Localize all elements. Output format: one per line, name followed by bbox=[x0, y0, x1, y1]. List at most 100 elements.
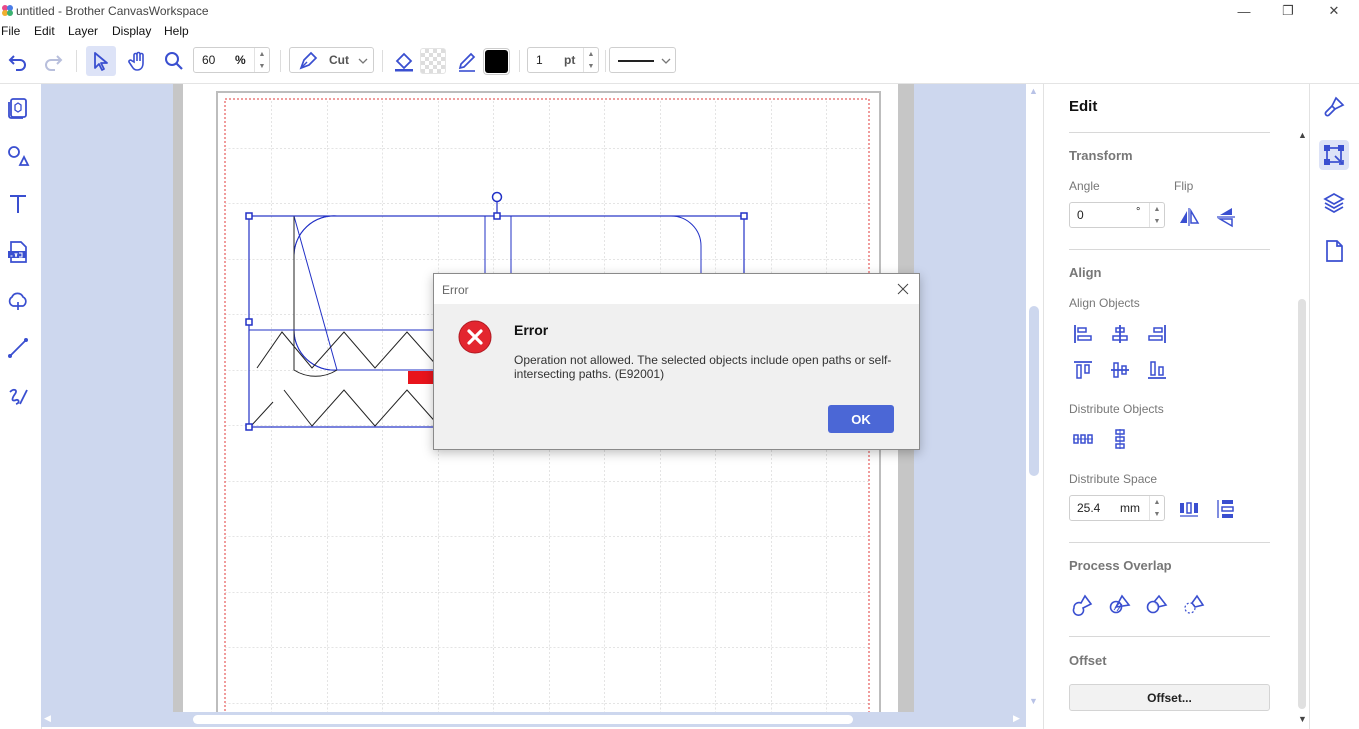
exclude-icon bbox=[1184, 594, 1205, 614]
chevron-up-icon[interactable]: ▲ bbox=[588, 51, 595, 58]
line-icon bbox=[8, 338, 28, 358]
flip-vertical-icon bbox=[1217, 208, 1235, 228]
align-left-button[interactable] bbox=[1071, 322, 1095, 346]
zoom-tool-button[interactable] bbox=[159, 46, 189, 76]
space-horizontal-button[interactable] bbox=[1177, 497, 1201, 521]
chevron-down-icon[interactable]: ▼ bbox=[1154, 218, 1161, 225]
rotate-handle[interactable] bbox=[491, 191, 503, 203]
text-button[interactable] bbox=[4, 190, 32, 218]
angle-field[interactable]: 0 ° ▲ ▼ bbox=[1069, 202, 1165, 228]
tab-page[interactable] bbox=[1319, 236, 1349, 266]
image-trace-button[interactable] bbox=[4, 286, 32, 314]
scroll-left-icon[interactable]: ◀ bbox=[44, 713, 51, 724]
space-vertical-button[interactable] bbox=[1214, 497, 1238, 521]
pen-cut-icon bbox=[299, 51, 318, 70]
menu-display[interactable]: Display bbox=[112, 24, 151, 38]
minimize-button[interactable]: — bbox=[1221, 0, 1267, 22]
redo-button[interactable] bbox=[38, 46, 68, 76]
chevron-up-icon[interactable]: ▲ bbox=[1154, 499, 1161, 506]
chevron-down-icon[interactable]: ▼ bbox=[259, 63, 266, 70]
weld-button[interactable] bbox=[1071, 592, 1095, 616]
vertical-scrollbar[interactable]: ▲ ▼ bbox=[1026, 84, 1042, 712]
fill-color-button[interactable] bbox=[389, 46, 419, 76]
intersect-button[interactable] bbox=[1145, 592, 1169, 616]
menu-help[interactable]: Help bbox=[164, 24, 189, 38]
resize-handle-w[interactable] bbox=[245, 318, 253, 326]
svg-import-button[interactable] bbox=[4, 238, 32, 266]
divide-button[interactable] bbox=[1108, 592, 1132, 616]
select-tool-button[interactable] bbox=[86, 46, 116, 76]
align-top-button[interactable] bbox=[1071, 358, 1095, 382]
text-icon bbox=[10, 195, 26, 213]
tab-paint[interactable] bbox=[1319, 92, 1349, 122]
line-width-stepper[interactable]: ▲ ▼ bbox=[583, 48, 598, 72]
chevron-up-icon[interactable]: ▲ bbox=[259, 51, 266, 58]
freehand-button[interactable] bbox=[4, 382, 32, 410]
align-left-icon bbox=[1074, 325, 1092, 343]
line-style-select[interactable] bbox=[609, 47, 676, 73]
angle-stepper[interactable]: ▲ ▼ bbox=[1149, 203, 1164, 227]
scroll-right-icon[interactable]: ▶ bbox=[1013, 713, 1020, 724]
zoom-field[interactable]: 60 % ▲ ▼ bbox=[193, 47, 270, 73]
panel-tabs bbox=[1309, 84, 1359, 729]
align-bottom-button[interactable] bbox=[1145, 358, 1169, 382]
line-color-swatch[interactable] bbox=[483, 48, 510, 75]
resize-handle-sw[interactable] bbox=[245, 423, 253, 431]
restore-button[interactable]: ❐ bbox=[1265, 0, 1311, 22]
flip-vertical-button[interactable] bbox=[1214, 205, 1238, 229]
menu-layer[interactable]: Layer bbox=[68, 24, 98, 38]
angle-unit: ° bbox=[1136, 206, 1141, 218]
mode-select[interactable]: Cut bbox=[289, 47, 374, 73]
align-middle-button[interactable] bbox=[1108, 358, 1132, 382]
dialog-heading: Error bbox=[514, 322, 549, 338]
align-right-button[interactable] bbox=[1145, 322, 1169, 346]
chevron-down-icon[interactable]: ▼ bbox=[1154, 511, 1161, 518]
panel-divider bbox=[1069, 542, 1270, 543]
line-tool-button[interactable] bbox=[4, 334, 32, 362]
shapes-button[interactable] bbox=[4, 142, 32, 170]
menu-edit[interactable]: Edit bbox=[34, 24, 55, 38]
distribute-space-stepper[interactable]: ▲ ▼ bbox=[1149, 496, 1164, 520]
menu-file[interactable]: File bbox=[1, 24, 20, 38]
chevron-down-icon[interactable]: ▼ bbox=[588, 63, 595, 70]
resize-handle-ne[interactable] bbox=[740, 212, 748, 220]
line-color-button[interactable] bbox=[452, 46, 482, 76]
exclude-button[interactable] bbox=[1182, 592, 1206, 616]
resize-handle-nw[interactable] bbox=[245, 212, 253, 220]
pan-tool-button[interactable] bbox=[123, 46, 153, 76]
chevron-up-icon[interactable]: ▲ bbox=[1154, 206, 1161, 213]
magnifier-icon bbox=[165, 52, 183, 70]
horizontal-scroll-thumb[interactable] bbox=[193, 715, 853, 724]
distribute-horizontal-button[interactable] bbox=[1071, 427, 1095, 451]
undo-button[interactable] bbox=[3, 46, 33, 76]
vertical-scroll-thumb[interactable] bbox=[1029, 306, 1039, 476]
templates-button[interactable] bbox=[4, 94, 32, 122]
ok-button[interactable]: OK bbox=[828, 405, 894, 433]
distribute-vertical-button[interactable] bbox=[1108, 427, 1132, 451]
svg-file-icon bbox=[8, 241, 27, 263]
flip-horizontal-button[interactable] bbox=[1177, 205, 1201, 229]
line-color-fill bbox=[485, 50, 508, 73]
panel-scroll-thumb[interactable] bbox=[1298, 299, 1306, 709]
dialog-close-button[interactable] bbox=[892, 278, 914, 300]
align-center-button[interactable] bbox=[1108, 322, 1132, 346]
distribute-space-field[interactable]: 25.4 mm ▲ ▼ bbox=[1069, 495, 1165, 521]
panel-divider bbox=[1069, 132, 1270, 133]
tab-edit[interactable] bbox=[1319, 140, 1349, 170]
fill-color-swatch[interactable] bbox=[420, 48, 446, 74]
zoom-stepper[interactable]: ▲ ▼ bbox=[254, 48, 269, 72]
horizontal-scrollbar[interactable]: ◀ ▶ bbox=[41, 712, 1026, 727]
distribute-vertical-icon bbox=[1115, 429, 1125, 449]
close-window-button[interactable]: ✕ bbox=[1311, 0, 1357, 22]
align-middle-icon bbox=[1111, 362, 1129, 378]
tab-layers[interactable] bbox=[1319, 188, 1349, 218]
distribute-space-label: Distribute Space bbox=[1069, 472, 1158, 486]
line-width-field[interactable]: 1 pt ▲ ▼ bbox=[527, 47, 599, 73]
offset-button[interactable]: Offset... bbox=[1069, 684, 1270, 711]
panel-scroll-up-icon[interactable]: ▲ bbox=[1298, 130, 1307, 140]
angle-label: Angle bbox=[1069, 179, 1100, 193]
panel-scroll-down-icon[interactable]: ▼ bbox=[1298, 714, 1307, 724]
resize-handle-n[interactable] bbox=[493, 212, 501, 220]
scroll-down-icon[interactable]: ▼ bbox=[1029, 696, 1038, 706]
scroll-up-icon[interactable]: ▲ bbox=[1029, 86, 1038, 96]
